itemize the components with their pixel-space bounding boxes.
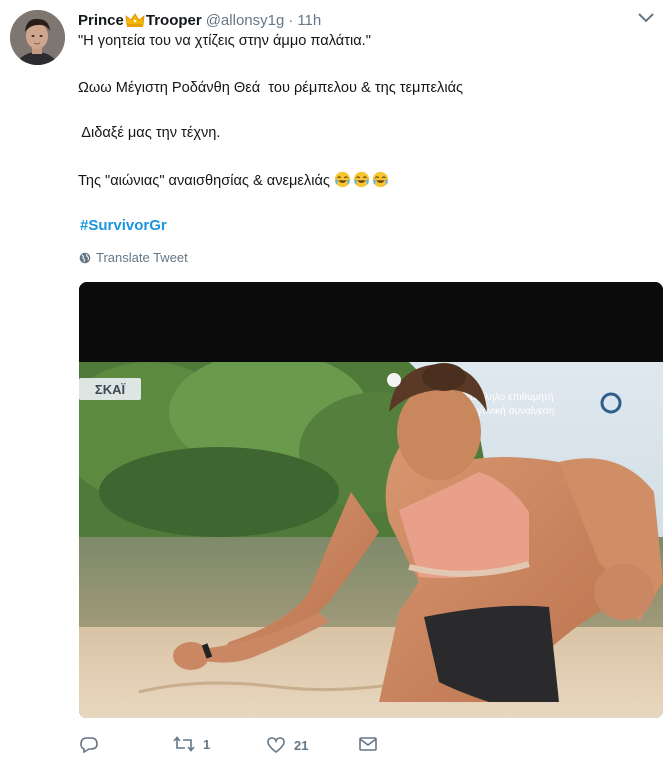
tweet: Prince Trooper @allonsy1g · 11h "Η γοητε… (0, 0, 671, 768)
heart-icon (267, 737, 285, 754)
tweet-text-line: Της "αιώνιας" αναισθησίας & ανεμελιάς (78, 173, 330, 189)
retweet-button[interactable]: 1 (173, 736, 210, 752)
translate-tweet-label: Translate Tweet (96, 250, 188, 265)
tears-of-joy-emoji-icon (353, 171, 370, 188)
separator-dot: · (288, 11, 294, 29)
author-name-suffix[interactable]: Trooper (146, 12, 202, 29)
retweet-count: 1 (203, 736, 211, 752)
reply-button[interactable] (79, 736, 107, 754)
tweet-actions: 1 21 (79, 736, 399, 760)
tears-of-joy-emoji-icon (372, 171, 389, 188)
direct-message-button[interactable] (358, 736, 386, 752)
author-name[interactable]: Prince (78, 12, 124, 29)
rating-overlay-line2: η γονική συναίνεση (469, 405, 554, 417)
tweet-photo[interactable]: ΣΚΑΪ κατάλληλο επιθυμητή η γονική συναίν… (79, 282, 663, 718)
retweet-icon (173, 736, 195, 752)
tweet-text-line: Διδαξέ μας την τέχνη. (78, 125, 221, 141)
author-handle[interactable]: @allonsy1g (206, 12, 285, 29)
tweet-text-line: "Η γοητεία του να χτίζεις στην άμμο παλά… (78, 33, 371, 49)
channel-logo: ΣΚΑΪ (95, 382, 126, 397)
tweet-timestamp[interactable]: 11h (297, 12, 321, 29)
tweet-text-line-with-emoji: Της "αιώνιας" αναισθησίας & ανεμελιάς (78, 171, 391, 191)
hashtag-link[interactable]: #SurvivorGr (80, 217, 167, 234)
envelope-icon (359, 737, 377, 751)
like-button[interactable]: 21 (266, 736, 308, 754)
like-count: 21 (294, 737, 309, 753)
tweet-header: Prince Trooper @allonsy1g · 11h (78, 10, 321, 30)
translate-tweet-button[interactable]: Translate Tweet (79, 250, 188, 265)
crown-icon (125, 13, 145, 27)
tears-of-joy-emoji-icon (334, 171, 351, 188)
chevron-down-icon[interactable] (637, 12, 655, 24)
avatar[interactable] (10, 10, 65, 65)
tweet-text-line: Ωωω Μέγιστη Ροδάνθη Θεά του ρέμπελου & τ… (78, 80, 464, 96)
globe-icon (79, 252, 91, 263)
reply-icon (80, 737, 98, 754)
